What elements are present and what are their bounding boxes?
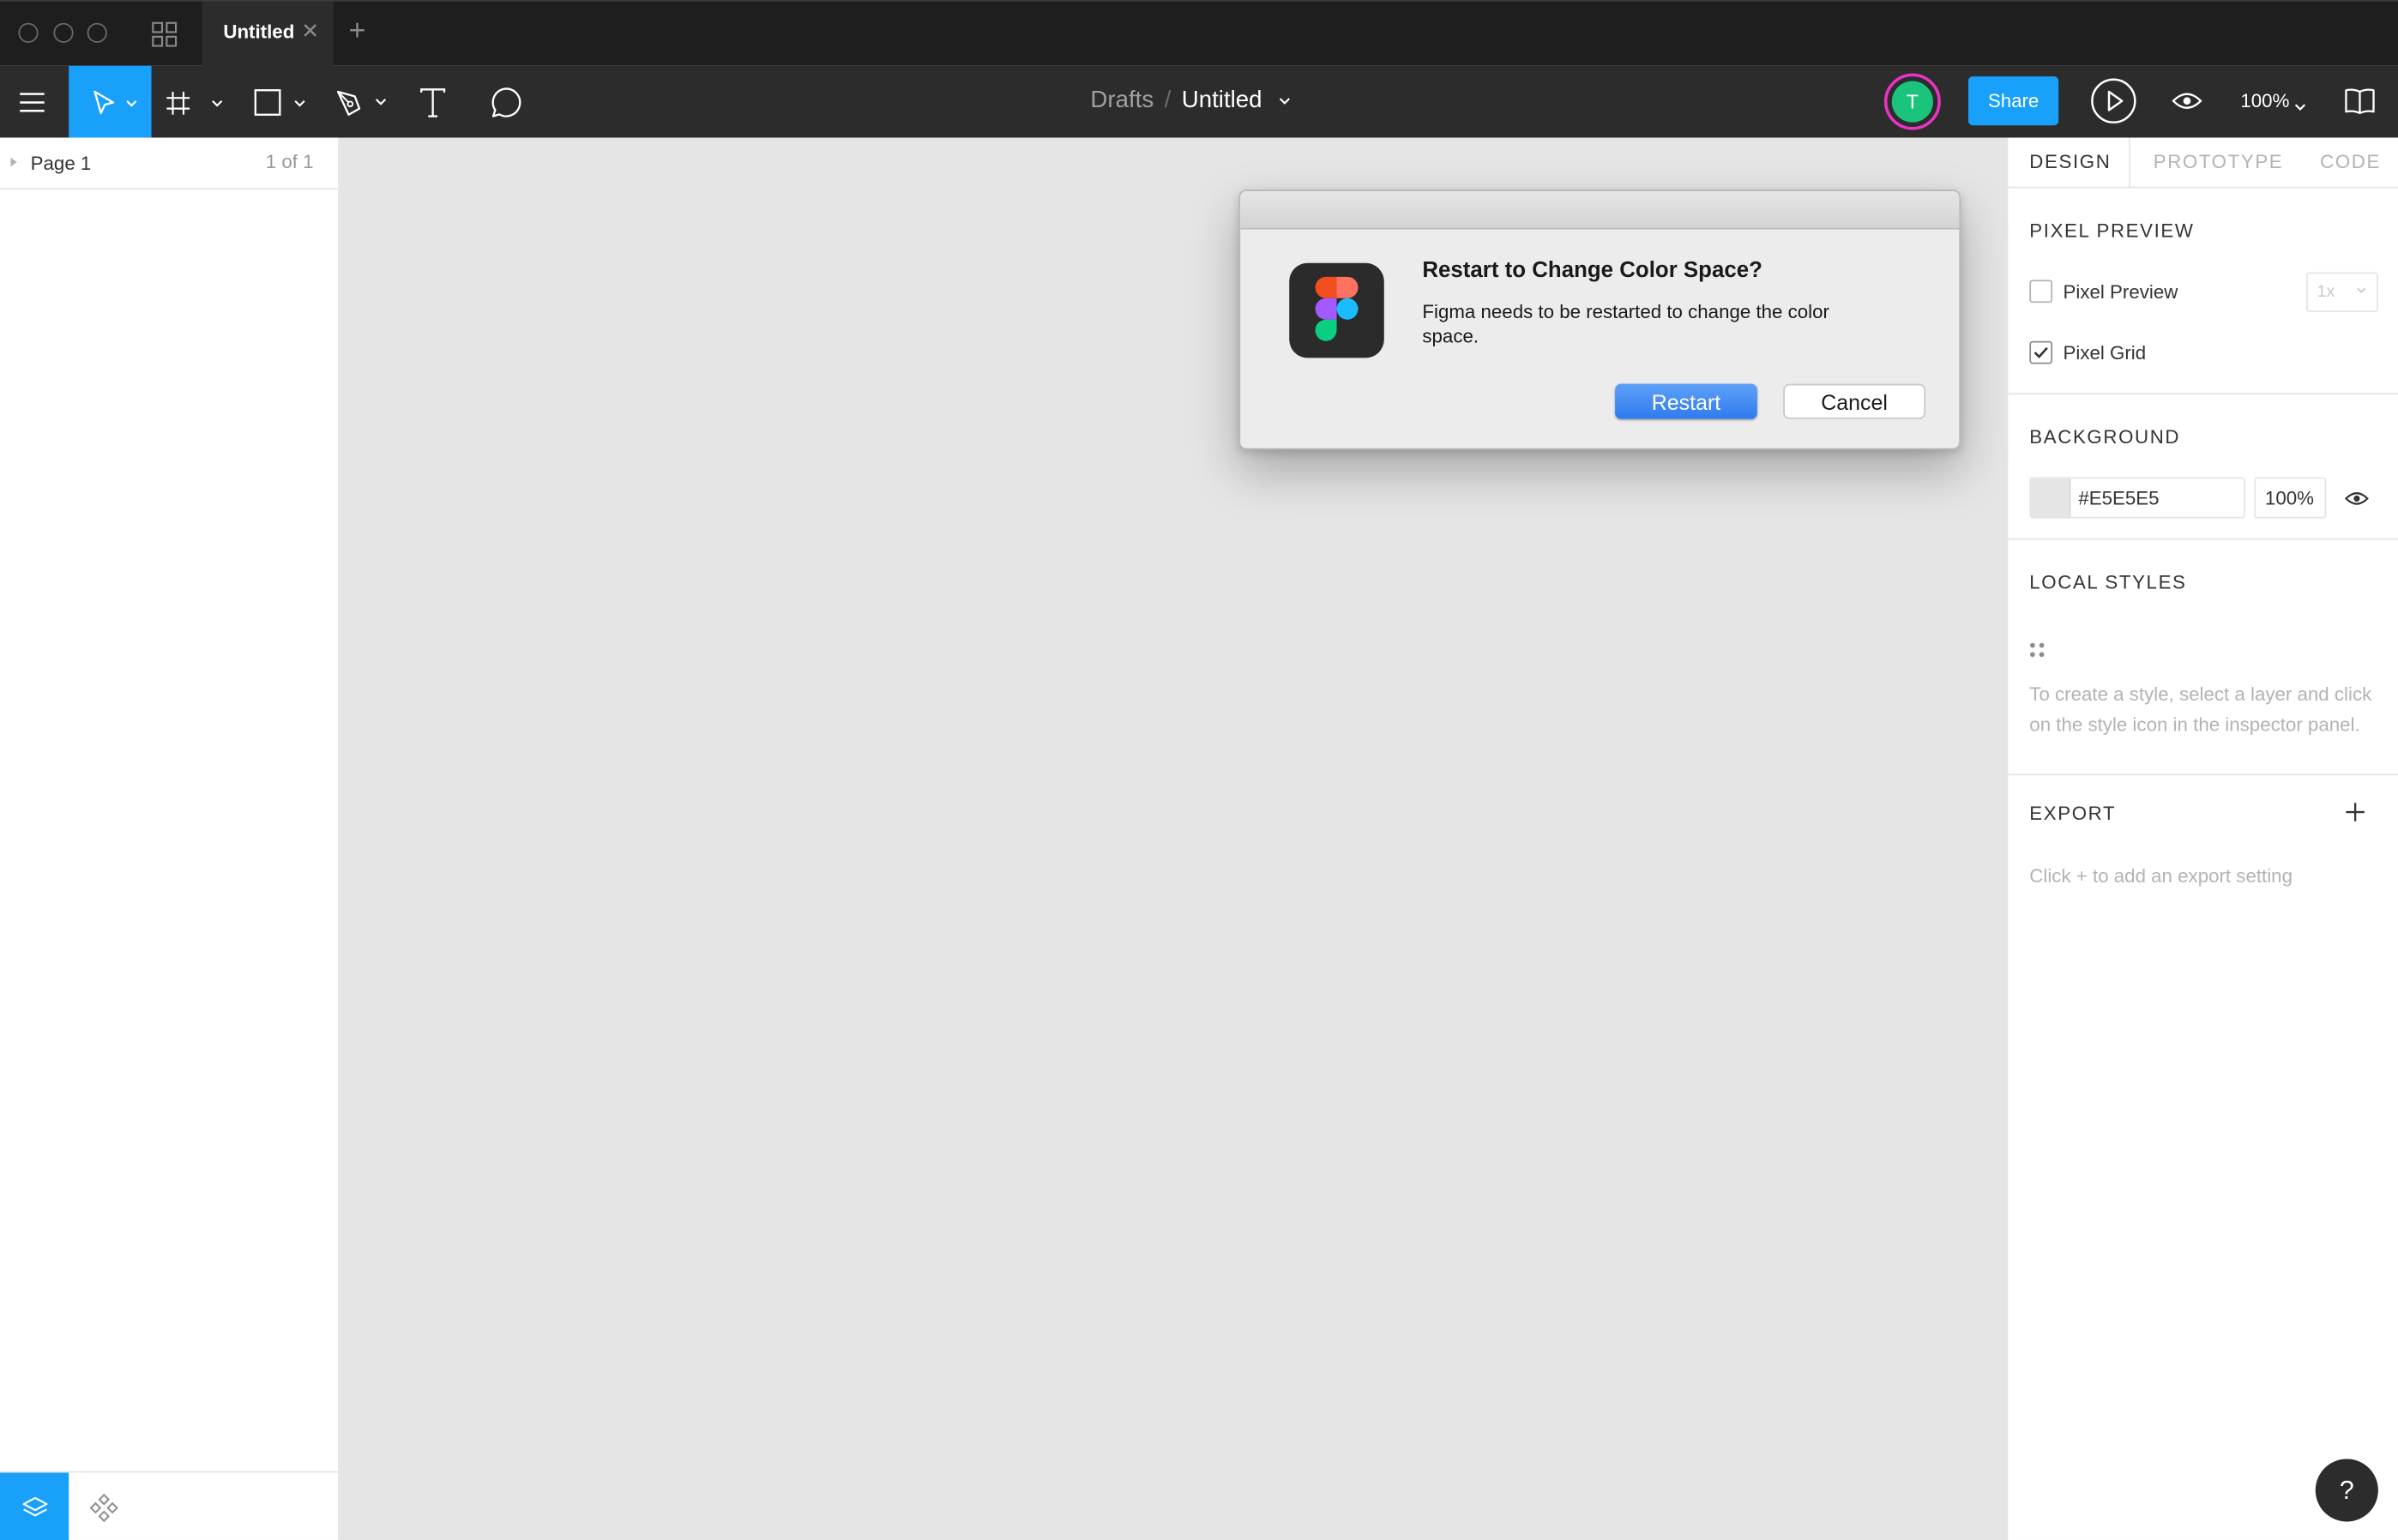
scale-chevron-down-icon: [2357, 287, 2366, 293]
inspector-tabs: DESIGN PROTOTYPE CODE: [2008, 137, 2398, 189]
pixel-preview-label: Pixel Preview: [2063, 281, 2178, 304]
components-icon: [88, 1493, 117, 1522]
tab-code[interactable]: CODE: [2320, 152, 2381, 173]
local-styles-hint: To create a style, select a layer and cl…: [2029, 683, 2372, 736]
pen-tool-icon: [336, 89, 387, 116]
user-avatar[interactable]: T: [1883, 73, 1941, 130]
tab-title: Untitled: [223, 21, 295, 43]
panel-switcher: [0, 1471, 339, 1540]
file-browser-grid-icon[interactable]: [152, 21, 178, 47]
present-play-icon[interactable]: [2089, 76, 2138, 133]
pixel-preview-checkbox[interactable]: [2029, 280, 2053, 304]
breadcrumb-drafts-link[interactable]: Drafts: [1090, 87, 1154, 113]
restart-button[interactable]: Restart: [1615, 383, 1757, 419]
window-close-icon[interactable]: [18, 22, 39, 43]
help-button[interactable]: ?: [2315, 1459, 2378, 1522]
dialog-message: Figma needs to be restarted to change th…: [1422, 301, 1829, 347]
page-selector[interactable]: Page 1 1 of 1: [0, 138, 339, 190]
tab-untitled[interactable]: Untitled ✕: [202, 1, 334, 68]
local-styles-section-title: LOCAL STYLES: [2029, 572, 2187, 593]
checkmark-icon: [2033, 346, 2048, 359]
cancel-button[interactable]: Cancel: [1783, 383, 1926, 419]
add-export-plus-icon[interactable]: [2345, 802, 2366, 831]
pixel-preview-scale-value: 1x: [2317, 282, 2335, 302]
dialog-titlebar: [1240, 190, 1960, 230]
export-section-title: EXPORT: [2029, 803, 2117, 825]
background-color-field[interactable]: #E5E5E5: [2029, 477, 2245, 519]
frame-tool-button[interactable]: [162, 66, 229, 138]
breadcrumb-separator: /: [1164, 87, 1172, 113]
text-tool-button[interactable]: [410, 66, 455, 138]
pixel-preview-scale-select[interactable]: 1x: [2306, 272, 2378, 312]
frame-tool-icon: [166, 91, 223, 114]
pixel-preview-section-title: PIXEL PREVIEW: [2029, 220, 2195, 242]
restart-dialog: Restart to Change Color Space? Figma nee…: [1238, 189, 1961, 450]
dialog-title: Restart to Change Color Space?: [1422, 258, 1762, 283]
background-visibility-eye-icon[interactable]: [2344, 488, 2370, 515]
breadcrumb: Drafts / Untitled: [1090, 87, 1292, 115]
section-divider: [2008, 393, 2398, 395]
tab-close-icon[interactable]: ✕: [301, 18, 319, 44]
pixel-grid-checkbox[interactable]: [2029, 340, 2053, 364]
file-title[interactable]: Untitled: [1182, 87, 1262, 113]
share-button[interactable]: Share: [1967, 76, 2059, 126]
pixel-grid-label: Pixel Grid: [2063, 342, 2147, 364]
background-color-swatch[interactable]: [2031, 478, 2071, 517]
background-opacity-value: 100%: [2264, 487, 2314, 509]
figma-logo-icon: [1289, 262, 1384, 358]
rectangle-tool-icon: [254, 88, 305, 116]
view-only-eye-icon[interactable]: [2170, 87, 2203, 123]
text-tool-icon: [420, 87, 446, 117]
layers-panel: Page 1 1 of 1: [0, 137, 340, 1540]
properties-panel: DESIGN PROTOTYPE CODE PIXEL PREVIEW Pixe…: [2006, 137, 2398, 1540]
window-zoom-icon[interactable]: [87, 22, 107, 43]
avatar-initial: T: [1891, 81, 1933, 123]
page-expand-caret-icon[interactable]: [10, 157, 17, 167]
file-menu-chevron-down-icon[interactable]: [1276, 95, 1292, 107]
section-divider: [2008, 538, 2398, 540]
layers-icon: [21, 1495, 47, 1516]
page-name: Page 1: [30, 153, 92, 175]
library-book-icon[interactable]: [2343, 86, 2377, 124]
tab-divider: [2129, 137, 2130, 189]
comment-tool-button[interactable]: [483, 66, 528, 138]
section-divider: [2008, 773, 2398, 776]
styles-grid-icon: [2029, 638, 2045, 658]
window-minimize-icon[interactable]: [53, 22, 74, 43]
page-count: 1 of 1: [265, 151, 314, 173]
move-tool-button[interactable]: [69, 65, 152, 138]
tab-prototype[interactable]: PROTOTYPE: [2154, 152, 2284, 173]
zoom-level[interactable]: 100%: [2240, 90, 2289, 111]
assets-tab-button[interactable]: [69, 1473, 137, 1540]
shape-tool-button[interactable]: [244, 66, 315, 138]
tab-bar: Untitled ✕ +: [0, 0, 2398, 68]
layers-tab-button[interactable]: [0, 1472, 69, 1540]
figma-window: Untitled ✕ + Drafts / Untitled T Share 1…: [0, 0, 2398, 1540]
background-opacity-field[interactable]: 100%: [2254, 477, 2327, 519]
pen-tool-button[interactable]: [328, 66, 398, 138]
background-section-title: BACKGROUND: [2029, 426, 2181, 448]
main-menu-hamburger-icon[interactable]: [0, 66, 64, 138]
export-hint: Click + to add an export setting: [2029, 865, 2293, 887]
new-tab-plus-icon[interactable]: +: [349, 15, 366, 49]
zoom-chevron-down-icon[interactable]: [2293, 93, 2308, 121]
move-tool-icon: [93, 89, 137, 114]
background-hex-value[interactable]: #E5E5E5: [2078, 488, 2159, 509]
tab-design[interactable]: DESIGN: [2029, 152, 2111, 173]
comment-tool-icon: [491, 87, 521, 117]
